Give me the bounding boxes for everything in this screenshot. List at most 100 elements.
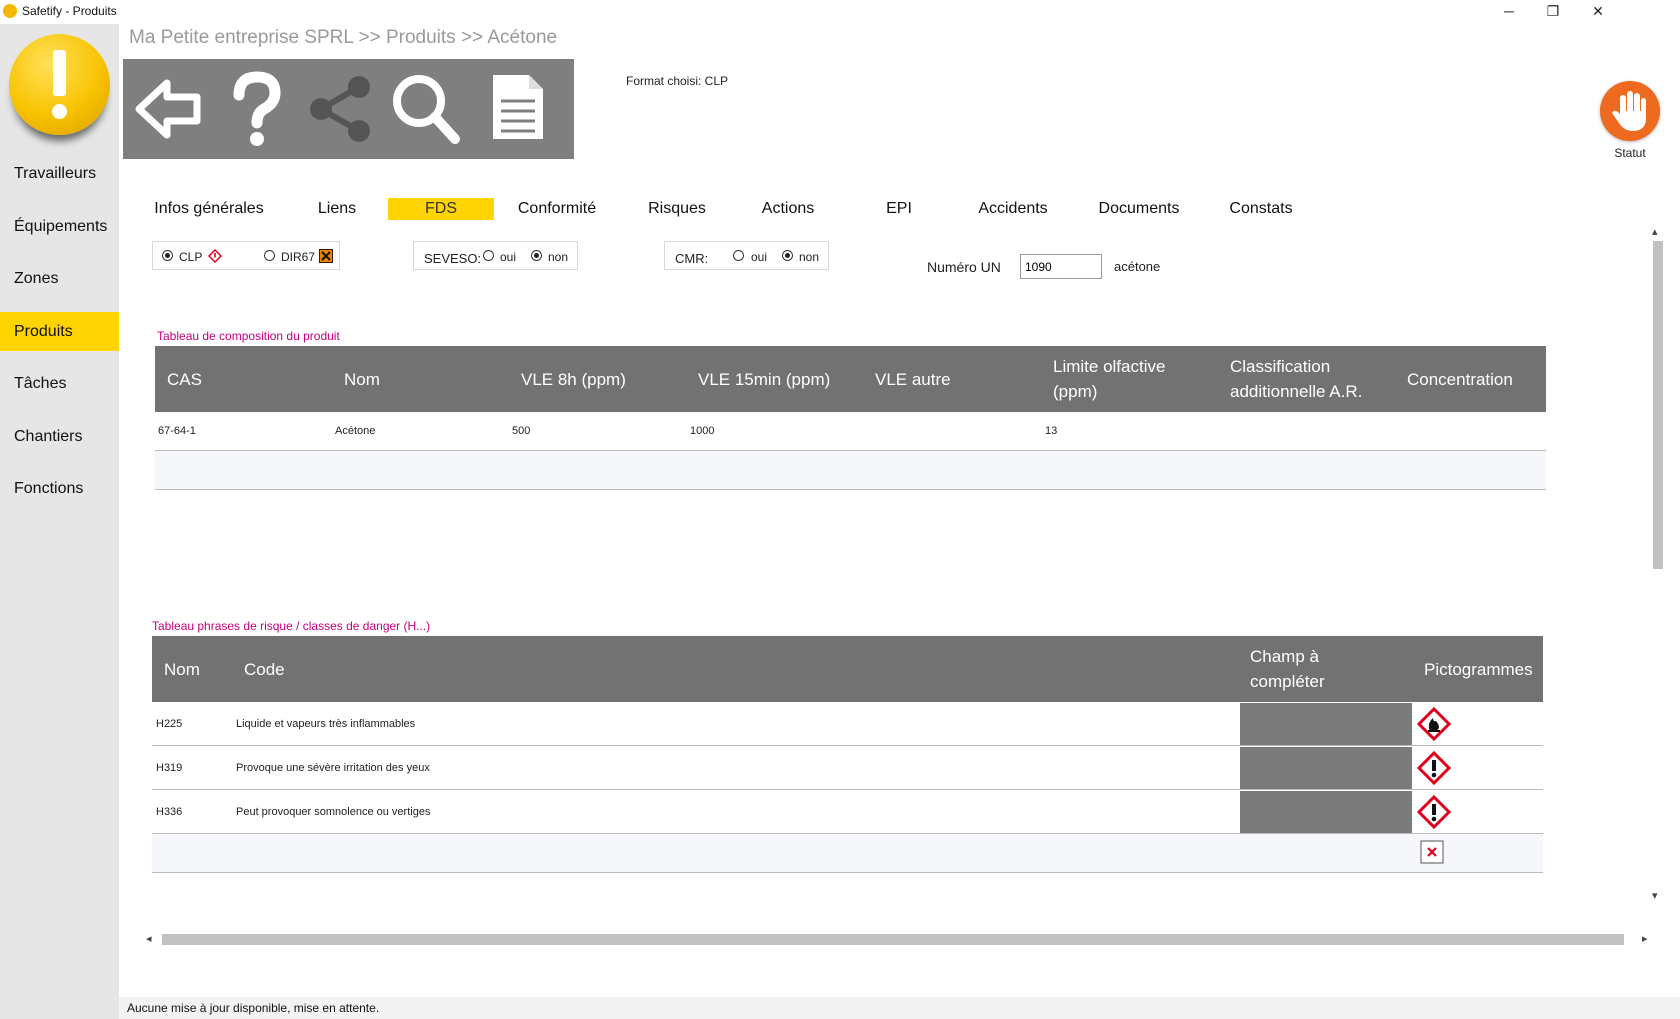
table-row[interactable]: H225 Liquide et vapeurs très inflammable… <box>152 702 1543 746</box>
col-nom: Nom <box>344 370 380 389</box>
cell-h-nom: H319 <box>156 762 183 774</box>
composition-title: Tableau de composition du produit <box>157 329 340 343</box>
col-vle15min: VLE 15min (ppm) <box>698 370 831 389</box>
document-icon[interactable] <box>481 69 559 149</box>
champ-field[interactable] <box>1240 747 1412 789</box>
col-champ: Champ à compléter <box>1250 647 1325 691</box>
col-h-code: Code <box>244 660 285 679</box>
scroll-down-icon[interactable]: ▾ <box>1652 889 1658 902</box>
horizontal-scroll-thumb[interactable] <box>162 934 1624 945</box>
cmr-non-label: non <box>799 250 820 264</box>
scroll-up-icon[interactable]: ▴ <box>1652 225 1658 238</box>
cmr-radio-group: CMR: oui non <box>664 241 829 270</box>
sidebar-item-zones[interactable]: Zones <box>0 259 119 298</box>
tab-actions[interactable]: Actions <box>752 198 824 220</box>
cell-h-code: Peut provoquer somnolence ou vertiges <box>236 806 431 818</box>
maximize-button[interactable]: ❐ <box>1531 0 1575 22</box>
tab-fds[interactable]: FDS <box>388 198 494 220</box>
scroll-left-icon[interactable]: ◂ <box>146 932 152 945</box>
tab-documents[interactable]: Documents <box>1091 198 1187 220</box>
status-text: Aucune mise à jour disponible, mise en a… <box>127 1001 380 1015</box>
tab-constats[interactable]: Constats <box>1224 198 1298 220</box>
col-classification: Classification additionnelle A.R. <box>1230 357 1363 401</box>
tab-conformite[interactable]: Conformité <box>512 198 602 220</box>
tab-infos-generales[interactable]: Infos générales <box>153 198 265 220</box>
format-radio-group: CLP DIR67 <box>152 241 340 270</box>
col-h-nom: Nom <box>164 660 200 679</box>
cell-nom: Acétone <box>335 425 376 437</box>
back-arrow-icon[interactable] <box>131 69 209 149</box>
sidebar-item-produits[interactable]: Produits <box>0 312 119 351</box>
scroll-right-icon[interactable]: ▸ <box>1642 932 1648 945</box>
table-row[interactable]: H319 Provoque une sévère irritation des … <box>152 746 1543 790</box>
hazards-table-header: Nom Code Champ à compléter Pictogrammes <box>152 636 1543 702</box>
share-icon[interactable] <box>301 69 379 149</box>
harmful-x-icon <box>319 249 333 263</box>
close-button[interactable]: ✕ <box>1576 0 1620 22</box>
tab-liens[interactable]: Liens <box>307 198 367 220</box>
title-bar: Safetify - Produits ─ ❐ ✕ <box>0 0 1680 24</box>
table-row[interactable]: H336 Peut provoquer somnolence ou vertig… <box>152 790 1543 834</box>
cmr-oui-radio[interactable] <box>733 250 744 261</box>
ghs-diamond-icon <box>208 249 222 263</box>
exclamation-pictogram-icon <box>1417 795 1451 829</box>
dir67-radio[interactable] <box>264 250 275 261</box>
sidebar-item-fonctions[interactable]: Fonctions <box>0 469 119 508</box>
format-label: Format choisi: CLP <box>626 74 729 88</box>
col-pictogrammes: Pictogrammes <box>1424 660 1533 679</box>
vertical-scrollbar[interactable]: ▴ ▾ <box>1650 225 1664 930</box>
new-row[interactable] <box>155 451 1546 490</box>
cmr-oui-label: oui <box>751 250 768 264</box>
app-icon <box>3 4 17 18</box>
horizontal-scrollbar[interactable]: ◂ ▸ <box>146 931 1654 947</box>
champ-field[interactable] <box>1240 703 1412 745</box>
tab-epi[interactable]: EPI <box>874 198 924 220</box>
new-row[interactable] <box>152 834 1543 873</box>
tab-risques[interactable]: Risques <box>641 198 713 220</box>
delete-icon[interactable] <box>1420 840 1444 864</box>
col-cas: CAS <box>167 370 202 389</box>
statut-label: Statut <box>1614 146 1646 160</box>
clp-radio[interactable] <box>162 250 173 261</box>
seveso-oui-label: oui <box>500 250 517 264</box>
cmr-non-radio[interactable] <box>782 250 793 261</box>
seveso-label: SEVESO: <box>424 251 482 266</box>
seveso-non-radio[interactable] <box>531 250 542 261</box>
clp-label: CLP <box>179 250 203 264</box>
tab-accidents[interactable]: Accidents <box>971 198 1055 220</box>
exclamation-pictogram-icon <box>1417 751 1451 785</box>
breadcrumb: Ma Petite entreprise SPRL >> Produits >>… <box>129 27 558 48</box>
cmr-label: CMR: <box>675 251 709 266</box>
search-icon[interactable] <box>387 69 465 149</box>
seveso-oui-radio[interactable] <box>483 250 494 261</box>
flame-pictogram-icon <box>1417 707 1451 741</box>
sidebar-item-taches[interactable]: Tâches <box>0 364 119 403</box>
cell-vle8h: 500 <box>512 425 531 437</box>
cell-limite-olfactive: 13 <box>1045 425 1058 437</box>
sidebar: Travailleurs Équipements Zones Produits … <box>0 24 119 1019</box>
sidebar-item-chantiers[interactable]: Chantiers <box>0 417 119 456</box>
seveso-non-label: non <box>548 250 569 264</box>
minimize-button[interactable]: ─ <box>1487 0 1531 22</box>
un-number-input[interactable] <box>1020 254 1102 279</box>
col-vle8h: VLE 8h (ppm) <box>521 370 626 389</box>
dir67-label: DIR67 <box>281 250 316 264</box>
seveso-radio-group: SEVESO: oui non <box>413 241 578 270</box>
logo-icon <box>9 34 110 135</box>
toolbar <box>123 59 574 159</box>
table-row[interactable]: 67-64-1 Acétone 500 1000 13 <box>155 412 1546 451</box>
window-title: Safetify - Produits <box>22 4 117 18</box>
col-concentration: Concentration <box>1407 370 1513 389</box>
help-icon[interactable] <box>217 69 295 149</box>
vertical-scroll-thumb[interactable] <box>1653 241 1663 569</box>
cell-cas: 67-64-1 <box>158 425 196 437</box>
champ-field[interactable] <box>1240 791 1412 833</box>
cell-vle15min: 1000 <box>690 425 715 437</box>
statut-button[interactable] <box>1600 81 1660 141</box>
sidebar-item-travailleurs[interactable]: Travailleurs <box>0 154 119 193</box>
composition-table-header: CAS Nom VLE 8h (ppm) VLE 15min (ppm) VLE… <box>155 346 1546 412</box>
cell-h-nom: H336 <box>156 806 183 818</box>
cell-h-code: Provoque une sévère irritation des yeux <box>236 762 430 774</box>
status-bar: Aucune mise à jour disponible, mise en a… <box>119 997 1680 1019</box>
sidebar-item-equipements[interactable]: Équipements <box>0 207 119 246</box>
